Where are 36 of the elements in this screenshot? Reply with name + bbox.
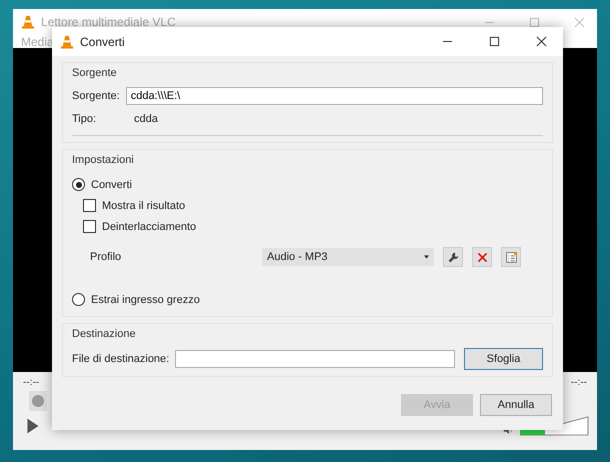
delete-profile-button[interactable]: [472, 247, 492, 267]
radio-button[interactable]: [72, 178, 85, 191]
list-icon: [504, 250, 518, 264]
destination-field[interactable]: [175, 350, 455, 368]
group-title: Impostazioni: [72, 154, 135, 166]
checkbox-label: Mostra il risultato: [102, 200, 186, 212]
destination-label: File di destinazione:: [72, 353, 170, 365]
radio-label: Converti: [91, 178, 132, 190]
radio-label: Estrai ingresso grezzo: [91, 294, 200, 306]
traffic-cone-icon: [60, 34, 74, 48]
wrench-icon: [446, 250, 460, 264]
delete-icon: [476, 250, 488, 264]
group-title: Destinazione: [72, 328, 137, 340]
checkbox[interactable]: [83, 199, 96, 212]
source-field[interactable]: cdda:\\\E:\: [126, 87, 543, 105]
new-profile-button[interactable]: [501, 247, 521, 267]
elapsed-time: --:--: [23, 377, 40, 388]
type-label: Tipo:: [72, 113, 98, 125]
source-label: Sorgente:: [72, 90, 120, 102]
browse-button[interactable]: Sfoglia: [464, 348, 543, 370]
radio-button[interactable]: [72, 293, 85, 306]
caret-icon: [424, 255, 429, 259]
dialog-button[interactable]: Annulla: [480, 394, 552, 416]
dialog-title: Converti: [80, 34, 125, 48]
profile-dropdown[interactable]: Audio - MP3: [262, 248, 434, 266]
profile-label: Profilo: [90, 251, 122, 263]
close-icon[interactable]: [536, 36, 547, 47]
traffic-cone-icon: [21, 15, 35, 29]
group-title: Sorgente: [72, 67, 118, 79]
total-time: --:--: [570, 377, 587, 388]
type-value: cdda: [134, 113, 158, 125]
checkbox-label: Deinterlacciamento: [102, 220, 196, 232]
maximize-icon[interactable]: [489, 36, 500, 47]
edit-profile-button[interactable]: [443, 247, 463, 267]
checkbox[interactable]: [83, 220, 96, 233]
window-title: Lettore multimediale VLC: [41, 15, 176, 29]
